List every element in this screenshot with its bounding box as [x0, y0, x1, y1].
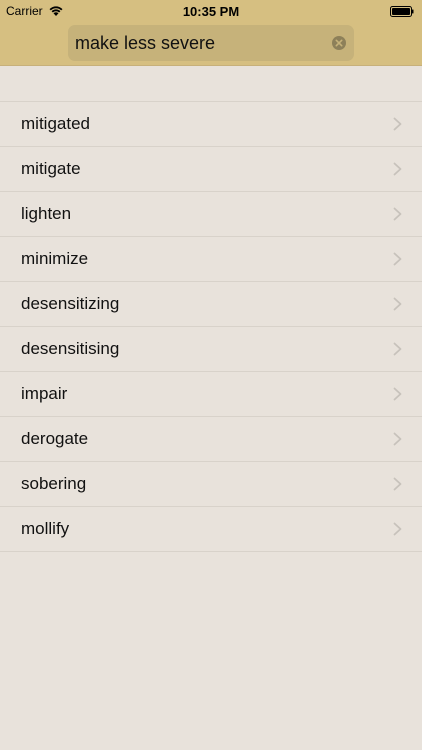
chevron-right-icon	[393, 387, 402, 401]
list-item[interactable]: mitigated	[0, 102, 422, 147]
search-field[interactable]	[68, 25, 354, 61]
chevron-right-icon	[393, 432, 402, 446]
clear-icon[interactable]	[332, 36, 346, 50]
list-item[interactable]: sobering	[0, 462, 422, 507]
chevron-right-icon	[393, 342, 402, 356]
list-item[interactable]: mitigate	[0, 147, 422, 192]
list-item[interactable]: lighten	[0, 192, 422, 237]
list-item[interactable]: mollify	[0, 507, 422, 552]
list-item-label: impair	[21, 384, 68, 403]
list-item-label: desensitizing	[21, 294, 120, 313]
list-item[interactable]: desensitising	[0, 327, 422, 372]
status-time: 10:35 PM	[182, 4, 240, 19]
list-item[interactable]: impair	[0, 372, 422, 417]
chevron-right-icon	[393, 477, 402, 491]
list-item[interactable]: desensitizing	[0, 282, 422, 327]
chevron-right-icon	[393, 162, 402, 176]
list-item[interactable]: derogate	[0, 417, 422, 462]
status-bar: Carrier 10:35 PM	[0, 0, 422, 22]
list-item-label: derogate	[21, 429, 89, 448]
chevron-right-icon	[393, 252, 402, 266]
chevron-right-icon	[393, 522, 402, 536]
list-item-label: desensitising	[21, 339, 120, 358]
battery-icon	[390, 6, 414, 17]
list-item-label: mitigate	[21, 159, 81, 178]
search-input[interactable]	[75, 25, 325, 61]
list-item-label: mitigated	[21, 114, 90, 133]
list-item-label: minimize	[21, 249, 89, 268]
list-item-label: sobering	[21, 474, 87, 493]
list-item-label: lighten	[21, 204, 72, 223]
list-item-label: mollify	[21, 519, 70, 538]
chevron-right-icon	[393, 117, 402, 131]
list-item[interactable]: minimize	[0, 237, 422, 282]
chevron-right-icon	[393, 297, 402, 311]
chevron-right-icon	[393, 207, 402, 221]
results-list: mitigated mitigate lighten minimize dese…	[0, 101, 422, 552]
header-bar: Carrier 10:35 PM	[0, 0, 422, 66]
